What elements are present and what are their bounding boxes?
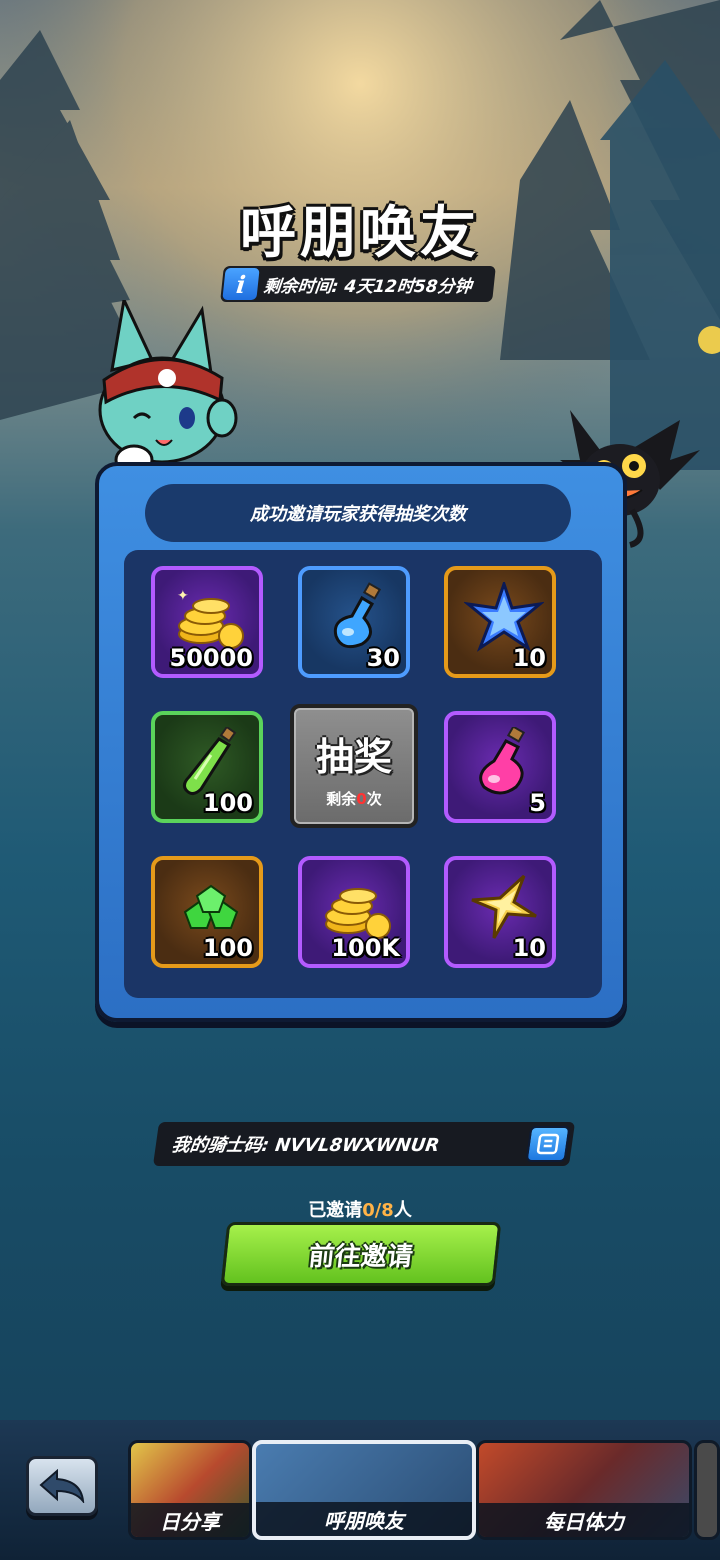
tab-invite-friends-label: 呼朋唤友 (256, 1502, 472, 1536)
back-button[interactable] (26, 1456, 98, 1516)
green-gems-icon (183, 884, 239, 929)
green-potion-icon (182, 727, 237, 796)
knight-code-text: 我的骑士码: NVVL8WXWNUR (170, 1135, 441, 1156)
reward-quantity: 10 (512, 934, 546, 962)
invited-number: 0/8 (362, 1200, 394, 1221)
reward-quantity: 5 (529, 789, 546, 817)
reward-quantity: 100 (202, 789, 253, 817)
reward-green-gems-100[interactable]: 100 (151, 856, 263, 968)
reward-gold-star-10[interactable]: 10 (444, 856, 556, 968)
go-invite-button[interactable]: 前往邀请 (220, 1222, 502, 1286)
reward-blue-crystal-10[interactable]: 10 (444, 566, 556, 678)
lottery-remaining: 剩余0次 (326, 790, 382, 808)
pink-potion-icon (479, 727, 526, 795)
copy-code-button[interactable] (525, 1126, 571, 1162)
gold-coins-icon (325, 888, 391, 939)
reward-quantity: 50000 (169, 644, 254, 672)
lottery-remaining-count: 0 (356, 790, 367, 808)
remaining-time-text: 剩余时间: 4天12时58分钟 (262, 276, 473, 297)
reward-quantity: 30 (366, 644, 400, 672)
gold-star-icon (471, 874, 537, 939)
tab-share[interactable]: 日分享 (128, 1440, 252, 1540)
cat-mascot-icon (98, 300, 238, 476)
tab-invite-friends[interactable]: 呼朋唤友 (252, 1440, 476, 1540)
tab-next-partial[interactable] (694, 1440, 720, 1540)
panel-header: 成功邀请玩家获得抽奖次数 (145, 484, 571, 542)
gold-coins-icon: ✦ (177, 588, 244, 649)
copy-icon (536, 1133, 560, 1155)
reward-quantity: 100K (331, 934, 400, 962)
reward-quantity: 100 (202, 934, 253, 962)
reward-gold-coins-50000[interactable]: ✦ 50000 (151, 566, 263, 678)
tab-daily-stamina-label: 每日体力 (479, 1503, 689, 1537)
blue-crystal-star-icon (464, 582, 544, 652)
reward-gold-coins-100k[interactable]: 100K (298, 856, 410, 968)
reward-quantity: 10 (512, 644, 546, 672)
blue-potion-icon (333, 582, 382, 649)
knight-code-bar: 我的骑士码: NVVL8WXWNUR (152, 1122, 576, 1166)
remaining-time-banner: i 剩余时间: 4天12时58分钟 (220, 266, 496, 302)
invited-count: 已邀请0/8人 (308, 1200, 412, 1221)
reward-pink-potion-5[interactable]: 5 (444, 711, 556, 823)
tab-share-label: 日分享 (131, 1503, 249, 1537)
lottery-label: 抽奖 (315, 735, 392, 779)
info-icon[interactable]: i (222, 268, 260, 300)
tab-daily-stamina[interactable]: 每日体力 (476, 1440, 692, 1540)
lottery-button[interactable]: 抽奖 剩余0次 (290, 704, 418, 828)
back-arrow-icon (39, 1469, 85, 1503)
page-title: 呼朋唤友 (240, 201, 480, 266)
svg-text:✦: ✦ (177, 588, 189, 604)
reward-green-potion-100[interactable]: 100 (151, 711, 263, 823)
reward-blue-potion-30[interactable]: 30 (298, 566, 410, 678)
